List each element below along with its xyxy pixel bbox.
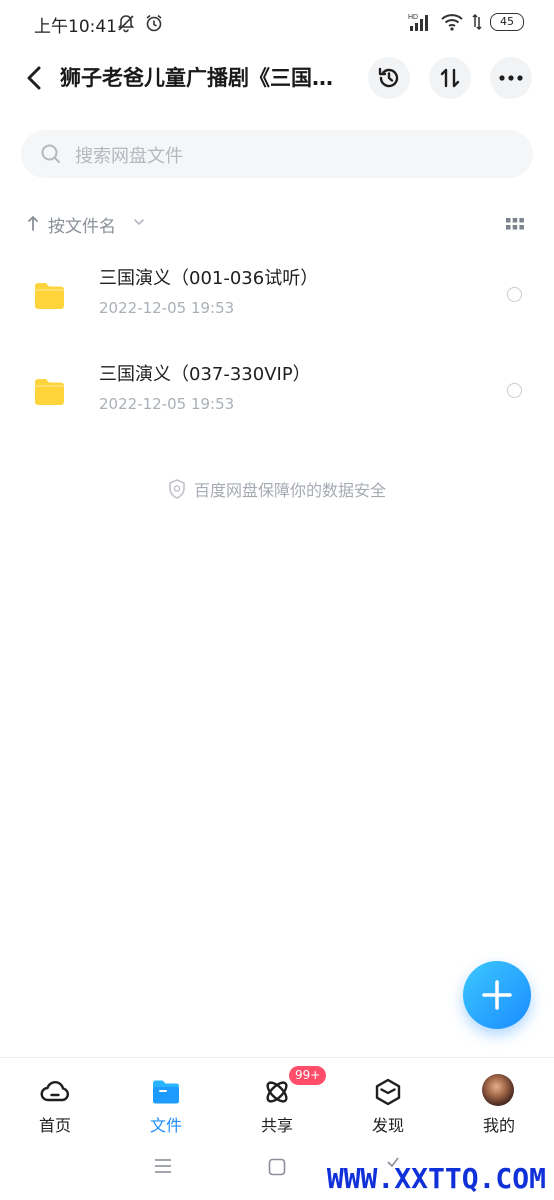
tab-home-label: 首页 bbox=[38, 1116, 71, 1135]
grid-view-icon[interactable] bbox=[506, 218, 524, 232]
tab-share-label: 共享 bbox=[260, 1116, 293, 1135]
file-name: 三国演义（001-036试听） bbox=[99, 268, 319, 289]
share-badge: 99+ bbox=[289, 1066, 327, 1085]
tab-files-label: 文件 bbox=[149, 1116, 182, 1135]
cloud-home-icon bbox=[40, 1081, 69, 1102]
battery-icon: 45 bbox=[490, 13, 524, 31]
transfer-button[interactable] bbox=[429, 57, 471, 99]
share-orbit-icon bbox=[266, 1081, 288, 1103]
discover-cube-icon bbox=[375, 1078, 401, 1106]
select-radio[interactable] bbox=[507, 383, 522, 398]
page-title: 狮子老爸儿童广播剧《三国演义》 bbox=[60, 66, 350, 90]
wifi-icon bbox=[441, 14, 463, 31]
sort-arrow-icon[interactable] bbox=[27, 213, 39, 233]
sort-label[interactable]: 按文件名 bbox=[48, 212, 116, 237]
avatar[interactable] bbox=[482, 1074, 514, 1106]
file-name: 三国演义（037-330VIP） bbox=[99, 364, 311, 385]
file-date: 2022-12-05 19:53 bbox=[99, 299, 235, 317]
list-item[interactable]: 三国演义（001-036试听） 2022-12-05 19:53 bbox=[0, 252, 554, 348]
tab-home[interactable]: 首页 bbox=[0, 1058, 110, 1135]
alarm-icon bbox=[146, 14, 162, 32]
menu-icon[interactable] bbox=[154, 1158, 172, 1174]
watermark: WWW.XXTTQ.COM bbox=[326, 1162, 546, 1195]
file-date: 2022-12-05 19:53 bbox=[99, 395, 235, 413]
back-button[interactable] bbox=[22, 64, 48, 92]
status-icons-right: HD 45 bbox=[408, 12, 524, 32]
plus-icon bbox=[482, 980, 512, 1010]
back-icon bbox=[27, 66, 41, 90]
bell-off-icon bbox=[117, 15, 135, 33]
home-square-icon[interactable] bbox=[268, 1158, 286, 1176]
add-button[interactable] bbox=[463, 961, 531, 1029]
status-icons-left bbox=[116, 13, 164, 33]
tab-discover-label: 发现 bbox=[371, 1116, 404, 1135]
list-item[interactable]: 三国演义（037-330VIP） 2022-12-05 19:53 bbox=[0, 348, 554, 444]
folder-icon bbox=[35, 283, 64, 309]
folder-icon bbox=[35, 379, 64, 405]
bottom-nav: 首页 文件 共享 发现 我的 bbox=[0, 1057, 554, 1135]
select-radio[interactable] bbox=[507, 287, 522, 302]
svg-text:HD: HD bbox=[408, 14, 418, 21]
security-note: 百度网盘保障你的数据安全 bbox=[0, 477, 554, 501]
sort-transfer-icon bbox=[440, 68, 460, 88]
history-button[interactable] bbox=[368, 57, 410, 99]
shield-icon bbox=[169, 479, 185, 499]
tab-discover[interactable]: 发现 bbox=[333, 1058, 443, 1135]
search-placeholder: 搜索网盘文件 bbox=[75, 146, 183, 167]
search-icon bbox=[41, 144, 60, 163]
status-time: 上午10:41 bbox=[34, 17, 117, 37]
folder-tab-icon bbox=[153, 1080, 179, 1104]
chevron-down-icon[interactable] bbox=[133, 217, 145, 227]
tab-me-label: 我的 bbox=[482, 1116, 515, 1135]
search-input[interactable]: 搜索网盘文件 bbox=[21, 130, 533, 178]
security-text: 百度网盘保障你的数据安全 bbox=[193, 481, 386, 500]
history-icon bbox=[378, 67, 399, 88]
more-button[interactable] bbox=[490, 57, 532, 99]
tab-files[interactable]: 文件 bbox=[111, 1058, 221, 1135]
data-transfer-icon bbox=[472, 13, 482, 31]
more-icon bbox=[499, 75, 523, 81]
hd-signal-icon: HD bbox=[408, 14, 428, 31]
